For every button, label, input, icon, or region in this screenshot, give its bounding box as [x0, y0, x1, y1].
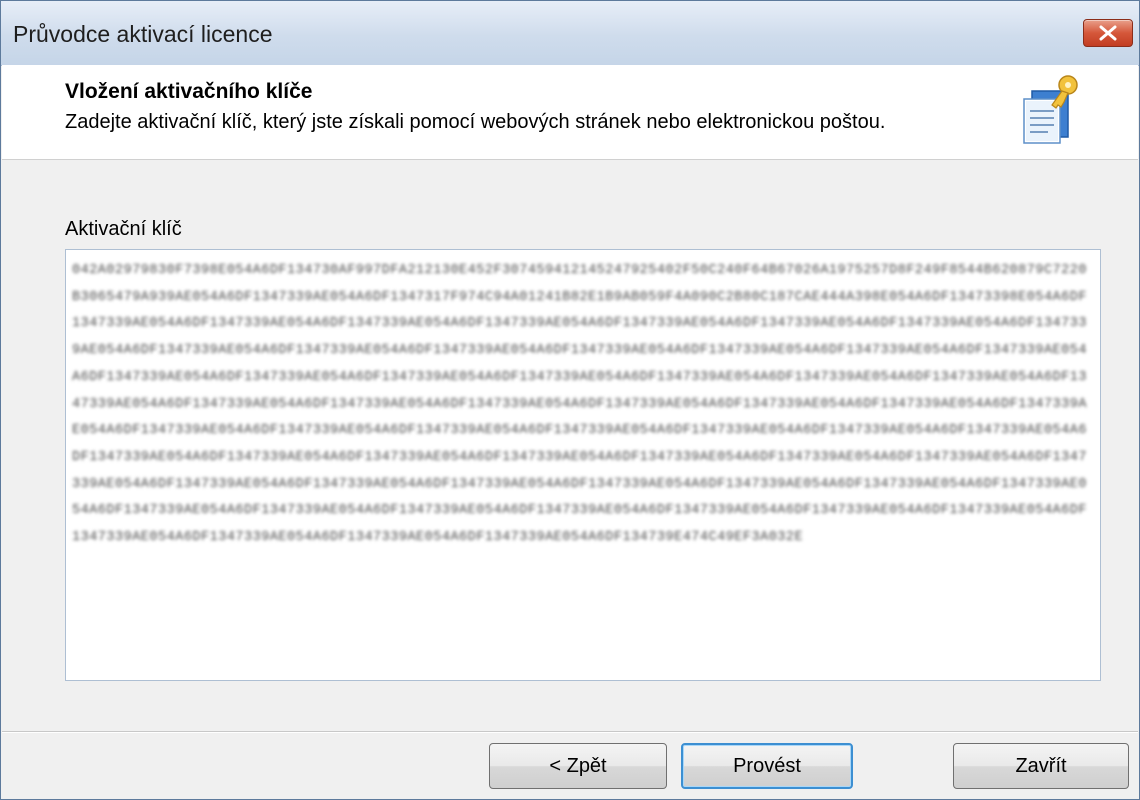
license-key-document-icon	[1023, 75, 1078, 144]
close-icon	[1099, 25, 1117, 41]
close-button[interactable]: Zavřít	[953, 743, 1129, 789]
back-button[interactable]: < Zpět	[489, 743, 667, 789]
window-title: Průvodce aktivací licence	[13, 21, 273, 47]
footer-separator	[2, 731, 1138, 733]
window-close-button[interactable]	[1083, 19, 1133, 47]
activation-wizard-window: Průvodce aktivací licence Vložení aktiva…	[0, 0, 1140, 800]
title-bar[interactable]: Průvodce aktivací licence	[1, 1, 1139, 66]
step-description: Zadejte aktivační klíč, který jste získa…	[65, 111, 886, 133]
step-title: Vložení aktivačního klíče	[65, 80, 313, 103]
activation-key-value: 042A02979830F7398E054A6DF134730AF997DFA2…	[72, 263, 1087, 546]
wizard-content: Aktivační klíč 042A02979830F7398E054A6DF…	[2, 160, 1138, 730]
activation-key-label: Aktivační klíč	[65, 218, 182, 240]
run-button[interactable]: Provést	[681, 743, 853, 789]
wizard-header: Vložení aktivačního klíče Zadejte aktiva…	[2, 65, 1138, 160]
activation-key-textarea[interactable]: 042A02979830F7398E054A6DF134730AF997DFA2…	[65, 249, 1101, 681]
